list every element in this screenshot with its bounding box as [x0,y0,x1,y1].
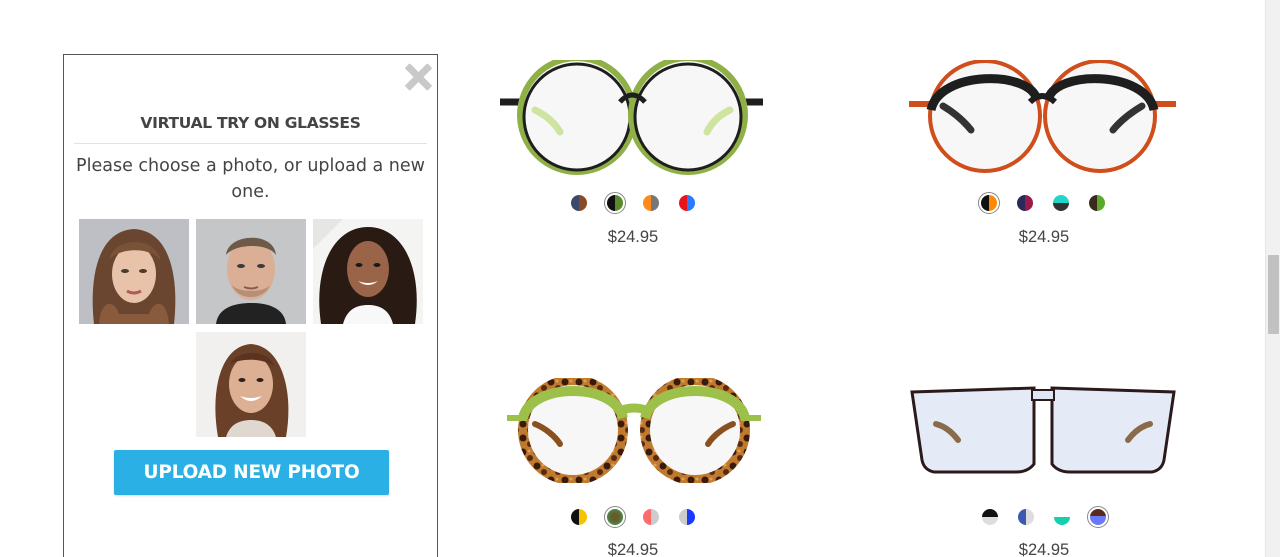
product-image-round-green-black[interactable] [495,60,770,175]
product-price: $24.95 [1018,228,1070,246]
color-swatch[interactable] [676,192,698,214]
product-image-square-clear-tortoise[interactable] [908,380,1178,480]
color-swatches [978,192,1108,214]
color-swatch[interactable] [979,506,1001,528]
color-swatches [979,506,1109,528]
color-swatch[interactable] [1051,506,1073,528]
color-swatches [568,506,698,528]
color-swatch[interactable] [568,192,590,214]
product-image-round-orange-black[interactable] [905,60,1180,175]
color-swatch-selected[interactable] [1087,506,1109,528]
color-swatch[interactable] [640,506,662,528]
sample-photo-woman-wavy-hair[interactable] [79,219,189,324]
color-swatch-selected[interactable] [604,192,626,214]
product-price: $24.95 [607,228,659,246]
close-icon[interactable] [404,63,432,91]
sample-photo-woman-curly-hair[interactable] [313,219,423,324]
color-swatch-selected[interactable] [978,192,1000,214]
scrollbar-thumb[interactable] [1268,255,1279,334]
product-price: $24.95 [607,541,659,557]
product-image-round-tortoise-green[interactable] [505,378,763,483]
upload-new-photo-button[interactable]: UPLOAD NEW PHOTO [114,450,389,495]
color-swatch[interactable] [1086,192,1108,214]
page-scrollbar[interactable] [1265,0,1280,557]
sample-photo-woman-smiling[interactable] [196,332,306,437]
panel-title: VIRTUAL TRY ON GLASSES [140,114,361,132]
sample-photo-man-stubble[interactable] [196,219,306,324]
virtual-try-on-panel: VIRTUAL TRY ON GLASSES Please choose a p… [63,54,438,557]
color-swatch[interactable] [1015,506,1037,528]
product-price: $24.95 [1018,541,1070,557]
panel-divider [74,143,427,144]
panel-instructions: Please choose a photo, or upload a new o… [76,156,425,202]
color-swatch[interactable] [568,506,590,528]
color-swatches [568,192,698,214]
color-swatch[interactable] [676,506,698,528]
color-swatch[interactable] [1050,192,1072,214]
color-swatch[interactable] [640,192,662,214]
color-swatch[interactable] [1014,192,1036,214]
color-swatch-selected[interactable] [604,506,626,528]
